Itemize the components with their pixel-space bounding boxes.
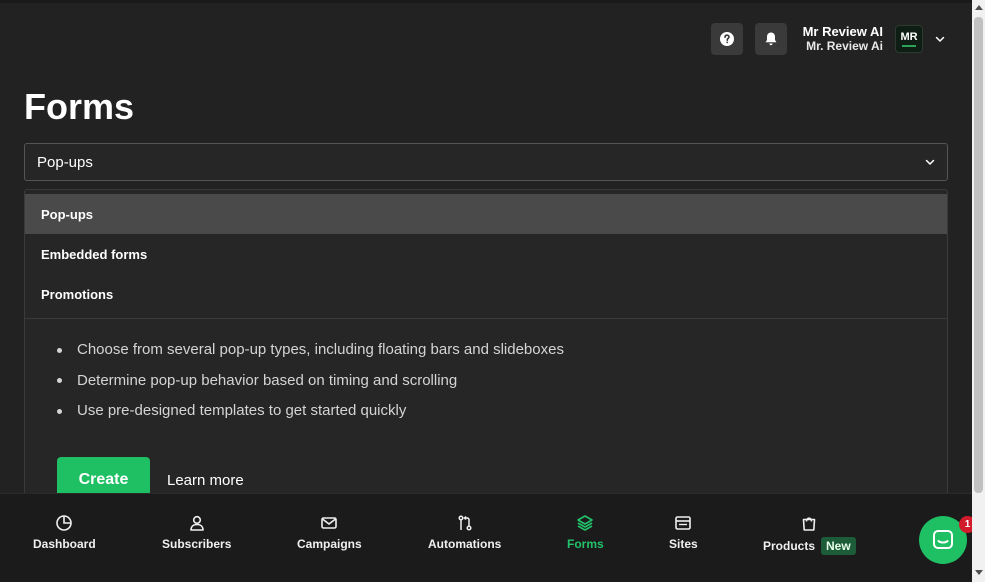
mail-icon [321, 517, 338, 529]
select-value: Pop-ups [37, 153, 93, 171]
feature-list: Choose from several pop-up types, includ… [25, 319, 947, 427]
page-title: Forms [24, 86, 135, 127]
dropdown-option-popups[interactable]: Pop-ups [25, 194, 947, 234]
feature-text: Choose from several pop-up types, includ… [77, 341, 564, 358]
scrollbar[interactable] [972, 0, 985, 582]
shopping-bag-icon [803, 517, 816, 531]
nav-item-forms[interactable]: Forms [567, 514, 604, 551]
header: Mr Review AI Mr. Review Ai MR [710, 23, 945, 55]
user-name: Mr Review AI [802, 24, 883, 39]
bullet-dot [57, 408, 62, 414]
nav-label: Products [763, 539, 816, 553]
layers-icon [577, 515, 594, 531]
dropdown-option-embedded-forms[interactable]: Embedded forms [25, 234, 947, 274]
nav-item-sites[interactable]: Sites [669, 514, 698, 551]
feature-text: Determine pop-up behavior based on timin… [77, 371, 458, 389]
nav-label: Automations [428, 537, 502, 551]
pie-chart-icon [56, 515, 73, 531]
nav-label: Campaigns [297, 537, 362, 551]
avatar-initials: MR [900, 30, 918, 43]
chevron-down-icon[interactable] [935, 34, 945, 44]
new-badge: New [821, 537, 856, 555]
nav-label: Subscribers [162, 537, 232, 551]
nav-item-campaigns[interactable]: Campaigns [297, 514, 362, 551]
nav-label: Sites [669, 537, 698, 551]
learn-more-link[interactable]: Learn more [167, 472, 244, 489]
nav-item-automations[interactable]: Automations [428, 514, 501, 551]
top-edge [0, 0, 985, 3]
bullet-dot [57, 378, 62, 384]
user-info[interactable]: Mr Review AI Mr. Review Ai [803, 24, 883, 54]
scroll-down-arrow-icon[interactable] [975, 570, 983, 575]
browser-window-icon [675, 516, 692, 530]
chevron-down-icon [925, 159, 935, 165]
bullet-dot [57, 347, 62, 353]
nav-item-subscribers[interactable]: Subscribers [162, 514, 231, 551]
scroll-up-arrow-icon[interactable] [975, 5, 983, 10]
form-type-select[interactable]: Pop-ups [24, 143, 948, 181]
list-item: Determine pop-up behavior based on timin… [57, 366, 947, 397]
scroll-thumb[interactable] [974, 17, 983, 493]
help-button[interactable] [710, 23, 743, 55]
list-item: Choose from several pop-up types, includ… [57, 335, 947, 366]
bell-icon [765, 32, 776, 46]
nav-label: Forms [567, 537, 604, 551]
git-branch-icon [458, 515, 472, 531]
list-item: Use pre-designed templates to get starte… [57, 396, 947, 427]
avatar-accent [902, 44, 916, 47]
form-type-dropdown: Pop-ups Embedded forms Promotions [25, 194, 947, 314]
feature-text: Use pre-designed templates to get starte… [77, 402, 407, 419]
chat-icon [933, 530, 953, 549]
avatar[interactable]: MR [895, 25, 923, 53]
nav-item-products[interactable]: Products New [763, 514, 856, 555]
notifications-button[interactable] [754, 23, 787, 55]
question-circle-icon [719, 32, 734, 46]
form-type-panel: Pop-ups Embedded forms Promotions Choose… [24, 189, 948, 509]
bottom-nav: Dashboard Subscribers Campaigns Automati… [0, 493, 972, 582]
user-icon [189, 515, 204, 531]
account-name: Mr. Review Ai [806, 39, 883, 53]
nav-item-dashboard[interactable]: Dashboard [33, 514, 96, 551]
nav-label-row: Products New [763, 537, 856, 555]
nav-label: Dashboard [33, 537, 96, 551]
dropdown-option-promotions[interactable]: Promotions [25, 274, 947, 314]
